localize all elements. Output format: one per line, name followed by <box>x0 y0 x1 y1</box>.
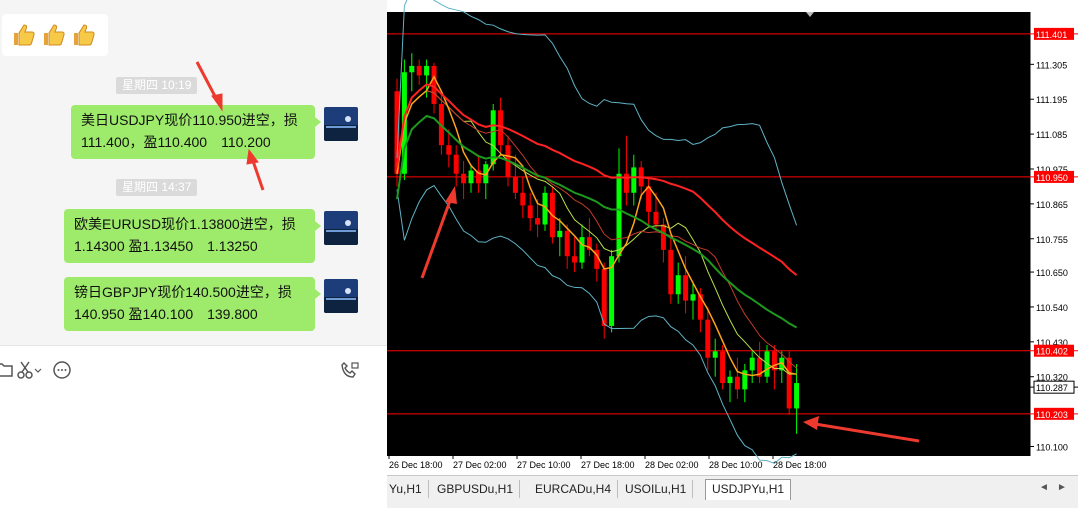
y-tick-label: 110.755 <box>1036 235 1068 245</box>
candle-body <box>712 351 718 358</box>
chat-bubble-icon[interactable] <box>52 360 72 380</box>
tab-chart-1[interactable]: GBPUSDu,H1 <box>431 480 521 498</box>
arrow-annotation <box>246 148 265 191</box>
x-tick-label: 27 Dec 02:00 <box>453 460 507 470</box>
candle-body <box>446 145 452 155</box>
chat-panel: 星期四 10:19 美日USDJPY现价110.950进空，损111.400，盈… <box>0 0 387 345</box>
candle-body <box>461 173 467 184</box>
level-label: 110.287 <box>1036 383 1068 393</box>
candle-body <box>631 167 637 193</box>
candle-body <box>409 65 415 73</box>
folder-icon[interactable] <box>0 360 14 380</box>
y-tick-label: 110.100 <box>1036 442 1068 452</box>
chat-input-toolbar <box>0 345 387 508</box>
y-tick-label: 110.650 <box>1036 268 1068 278</box>
candle-body <box>653 211 659 225</box>
candle-body <box>690 294 696 301</box>
candle-body <box>749 357 755 371</box>
x-tick-label: 27 Dec 10:00 <box>517 460 571 470</box>
x-tick-label: 27 Dec 18:00 <box>581 460 635 470</box>
candle-body <box>512 176 518 193</box>
candle-body <box>616 173 622 257</box>
candle-body <box>564 230 570 257</box>
candle-body <box>646 186 652 212</box>
tab-chart-4[interactable]: USDJPYu,H1 <box>705 479 792 500</box>
y-tick-label: 111.195 <box>1036 95 1067 105</box>
x-tick-label: 28 Dec 18:00 <box>773 460 827 470</box>
scroll-right-icon[interactable]: ► <box>1057 482 1067 493</box>
tab-chart-0[interactable]: Yu,H1 <box>383 480 429 498</box>
x-tick-label: 26 Dec 18:00 <box>389 460 443 470</box>
candle-body <box>572 256 578 263</box>
level-label: 110.950 <box>1036 173 1068 183</box>
candle-body <box>794 383 800 409</box>
chevron-down-icon[interactable] <box>34 360 42 380</box>
candle-body <box>520 192 526 206</box>
y-tick-label: 111.085 <box>1036 130 1067 140</box>
video-call-icon[interactable] <box>340 360 360 380</box>
candle-body <box>683 275 689 301</box>
chart-background <box>387 12 1030 456</box>
candle-body <box>720 351 726 384</box>
tab-chart-3[interactable]: USOILu,H1 <box>619 480 694 498</box>
candle-body <box>675 275 681 295</box>
candle-body <box>579 237 585 263</box>
scissors-icon[interactable] <box>16 360 36 380</box>
annotation-arrows <box>195 61 265 191</box>
scroll-left-icon[interactable]: ◄ <box>1039 482 1049 493</box>
candle-body <box>535 218 541 225</box>
y-tick-label: 111.305 <box>1036 60 1067 70</box>
x-tick-label: 28 Dec 10:00 <box>709 460 763 470</box>
chart-tab-bar: Yu,H1 GBPUSDu,H1 EURCADu,H4 USOILu,H1 US… <box>387 475 1078 508</box>
candle-body <box>727 376 733 384</box>
level-label: 110.402 <box>1036 347 1068 357</box>
candle-body <box>557 230 563 238</box>
y-tick-label: 110.540 <box>1036 303 1068 313</box>
candle-body <box>660 224 666 250</box>
candle-body <box>468 170 474 184</box>
candle-body <box>668 249 674 295</box>
level-label: 111.401 <box>1036 30 1067 40</box>
candle-body <box>527 205 533 219</box>
arrow-annotation <box>195 61 223 112</box>
level-label: 110.203 <box>1036 410 1068 420</box>
candle-body <box>786 357 792 409</box>
candle-body <box>453 154 459 174</box>
candle-body <box>431 65 437 104</box>
candle-body <box>416 65 422 76</box>
candle-body <box>705 319 711 358</box>
y-tick-label: 110.865 <box>1036 200 1068 210</box>
candle-body <box>424 65 430 76</box>
candle-body <box>734 376 740 390</box>
tab-chart-2[interactable]: EURCADu,H4 <box>529 480 619 498</box>
chart-canvas[interactable]: 111.305111.195111.085110.975110.865110.7… <box>387 0 1078 475</box>
x-tick-label: 28 Dec 02:00 <box>645 460 699 470</box>
price-chart[interactable]: 111.305 111.195 111.085 110.975 110.865 110.7… <box>387 0 1078 475</box>
